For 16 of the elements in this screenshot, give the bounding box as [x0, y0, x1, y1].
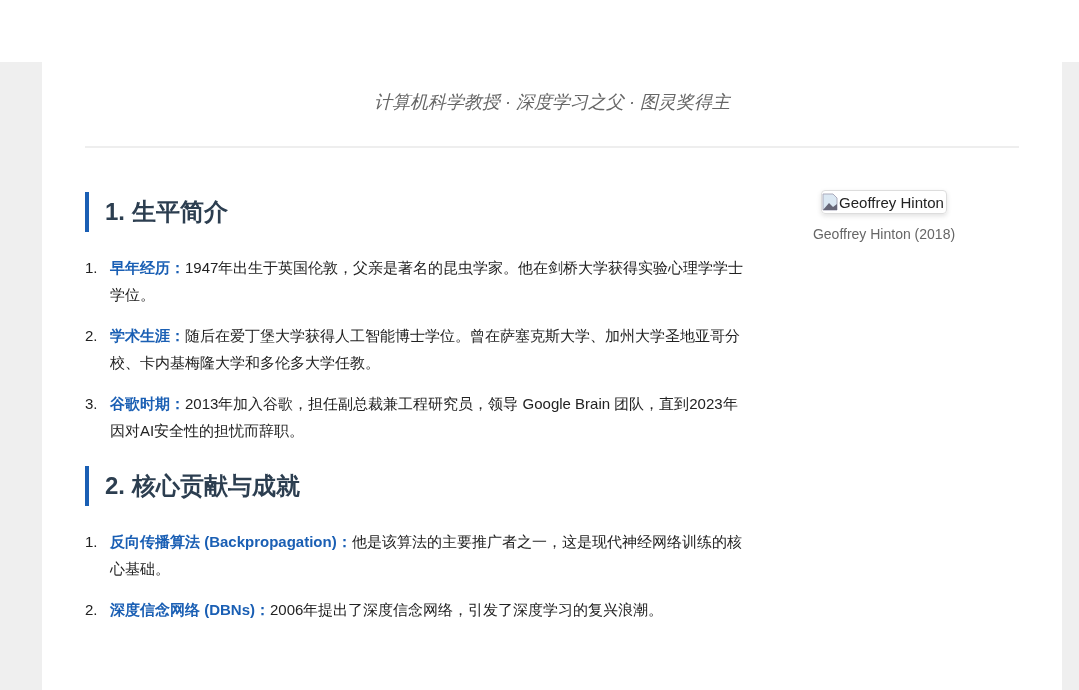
list-item-text: 谷歌时期：2013年加入谷歌，担任副总裁兼工程研究员，领导 Google Brain 团队，直到2023年因对AI安全性的担忧而辞职。	[110, 394, 739, 441]
list-item-text: 学术生涯：随后在爱丁堡大学获得人工智能博士学位。曾在萨塞克斯大学、加州大学圣地亚哥分校、卡内基梅隆大学和多伦多大学任教。	[110, 326, 741, 373]
section-heading: 1. 生平简介	[85, 192, 749, 232]
broken-image-icon	[822, 193, 839, 211]
section-heading: 2. 核心贡献与成就	[85, 466, 749, 506]
list-item-text: 深度信念网络 (DBNs)：2006年提出了深度信念网络，引发了深度学习的复兴浪潮。	[110, 600, 664, 620]
list-number: 1.	[85, 532, 99, 552]
list-number: 2.	[85, 600, 99, 620]
list-item-text: 反向传播算法 (Backpropagation)：他是该算法的主要推广者之一，这是现代神经网络训练的核心基础。	[110, 532, 743, 579]
image-caption: Geoffrey Hinton (2018)	[812, 226, 956, 242]
list-number: 1.	[85, 258, 99, 278]
subtitle: 计算机科学教授 · 深度学习之父 · 图灵奖得主	[373, 91, 732, 114]
list-number: 3.	[85, 394, 99, 414]
list-item-text: 早年经历：1947年出生于英国伦敦，父亲是著名的昆虫学家。他在剑桥大学获得实验心理学学士学位。	[110, 258, 745, 305]
list-number: 2.	[85, 326, 99, 346]
broken-image: Geoffrey Hinton	[821, 190, 947, 214]
